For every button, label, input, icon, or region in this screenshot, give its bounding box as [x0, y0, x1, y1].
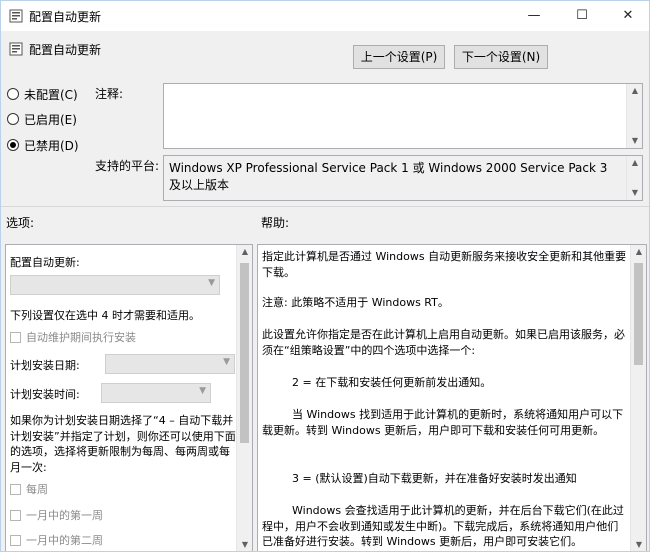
scroll-up-icon[interactable]: ▲ — [631, 245, 646, 259]
scroll-up-icon[interactable]: ▲ — [627, 84, 643, 98]
close-button[interactable]: ✕ — [605, 1, 649, 31]
platform-label: 支持的平台: — [95, 159, 160, 173]
weekly-checkbox — [10, 483, 21, 495]
second-week-checkbox — [10, 534, 21, 546]
window-title: 配置自动更新 — [29, 10, 102, 24]
scroll-up-icon[interactable]: ▲ — [627, 156, 643, 170]
radio-not-configured[interactable]: 未配置(C) — [7, 86, 78, 102]
options-note: 下列设置仅在选中 4 时才需要和适用。 — [10, 309, 200, 322]
weekly-label: 每周 — [26, 483, 48, 496]
options-scrollbar[interactable]: ▲ ▼ — [236, 245, 252, 551]
help-scrollbar[interactable]: ▲ ▼ — [630, 245, 646, 551]
scroll-thumb[interactable] — [240, 263, 249, 443]
maintenance-checkbox-row: 自动维护期间执行安装 — [10, 330, 136, 344]
help-paragraph-5: 当 Windows 找到适用于此计算机的更新时，系统将通知用户可以下载更新。转到… — [262, 408, 624, 437]
comment-field[interactable]: ▲ ▼ — [163, 83, 643, 149]
radio-circle[interactable] — [7, 88, 19, 100]
setting-icon — [9, 42, 23, 56]
radio-label: 已启用(E) — [24, 112, 77, 127]
second-week-label: 一月中的第二周 — [26, 534, 103, 547]
first-week-checkbox — [10, 509, 21, 521]
help-paragraph-3: 此设置允许你指定是否在此计算机上启用自动更新。如果已启用该服务，必须在“组策略设… — [262, 328, 625, 357]
help-paragraph-1: 指定此计算机是否通过 Windows 自动更新服务来接收安全更新和其他重要下载。 — [262, 250, 627, 279]
scroll-down-icon[interactable]: ▼ — [627, 134, 643, 148]
platform-scrollbar[interactable]: ▲ ▼ — [626, 156, 642, 200]
chevron-down-icon: ▼ — [223, 357, 230, 367]
weekly-checkbox-row: 每周 — [10, 482, 48, 496]
schedule-day-dropdown: ▼ — [105, 354, 235, 374]
maximize-button[interactable]: ☐ — [559, 1, 605, 31]
platform-field: Windows XP Professional Service Pack 1 或… — [163, 155, 643, 201]
previous-setting-button[interactable]: 上一个设置(P) — [353, 45, 445, 69]
scroll-down-icon[interactable]: ▼ — [627, 186, 643, 200]
first-week-label: 一月中的第一周 — [26, 509, 103, 522]
title-bar: 配置自动更新 — ☐ ✕ — [1, 1, 649, 31]
scroll-down-icon[interactable]: ▼ — [237, 538, 252, 551]
radio-label: 未配置(C) — [24, 87, 78, 102]
schedule-time-dropdown: ▼ — [101, 383, 211, 403]
radio-circle-checked[interactable] — [7, 139, 19, 151]
help-label: 帮助: — [261, 216, 290, 230]
schedule-description: 如果你为计划安装日期选择了“4 – 自动下载并计划安装”并指定了计划，则你还可以… — [10, 414, 236, 474]
scroll-thumb[interactable] — [634, 263, 643, 365]
help-paragraph-2: 注意: 此策略不适用于 Windows RT。 — [262, 296, 449, 309]
update-mode-dropdown: ▼ — [10, 275, 220, 295]
policy-window: 配置自动更新 — ☐ ✕ 配置自动更新 上一个设置(P) 下一个设置(N) 未配… — [0, 0, 650, 552]
minimize-button[interactable]: — — [511, 1, 557, 31]
scroll-up-icon[interactable]: ▲ — [237, 245, 252, 259]
chevron-down-icon: ▼ — [199, 386, 206, 396]
policy-icon — [9, 9, 23, 23]
help-paragraph-7: Windows 会查找适用于此计算机的更新，并在后台下载它们(在此过程中，用户不… — [262, 504, 624, 548]
radio-circle[interactable] — [7, 113, 19, 125]
radio-label: 已禁用(D) — [24, 138, 79, 153]
scroll-down-icon[interactable]: ▼ — [631, 538, 646, 551]
help-pane: 指定此计算机是否通过 Windows 自动更新服务来接收安全更新和其他重要下载。… — [257, 244, 647, 551]
schedule-day-label: 计划安装日期: — [10, 359, 80, 372]
second-week-checkbox-row: 一月中的第二周 — [10, 533, 103, 547]
options-pane: 配置自动更新: ▼ 下列设置仅在选中 4 时才需要和适用。 自动维护期间执行安装… — [5, 244, 253, 551]
help-paragraph-6: 3 = (默认设置)自动下载更新，并在准备好安装时发出通知 — [292, 472, 577, 485]
options-label: 选项: — [6, 216, 35, 230]
comment-scrollbar[interactable]: ▲ ▼ — [626, 84, 642, 148]
options-heading: 配置自动更新: — [10, 256, 80, 269]
radio-enabled[interactable]: 已启用(E) — [7, 111, 77, 127]
help-paragraph-4: 2 = 在下载和安装任何更新前发出通知。 — [292, 376, 492, 389]
schedule-time-label: 计划安装时间: — [10, 388, 80, 401]
chevron-down-icon: ▼ — [208, 278, 215, 288]
next-setting-button[interactable]: 下一个设置(N) — [454, 45, 548, 69]
platform-value: Windows XP Professional Service Pack 1 或… — [169, 161, 608, 192]
section-divider — [1, 206, 649, 207]
first-week-checkbox-row: 一月中的第一周 — [10, 508, 103, 522]
setting-title: 配置自动更新 — [29, 43, 102, 57]
comment-label: 注释: — [95, 87, 124, 101]
maintenance-checkbox — [10, 331, 21, 343]
radio-disabled[interactable]: 已禁用(D) — [7, 137, 79, 153]
maintenance-label: 自动维护期间执行安装 — [26, 331, 136, 344]
